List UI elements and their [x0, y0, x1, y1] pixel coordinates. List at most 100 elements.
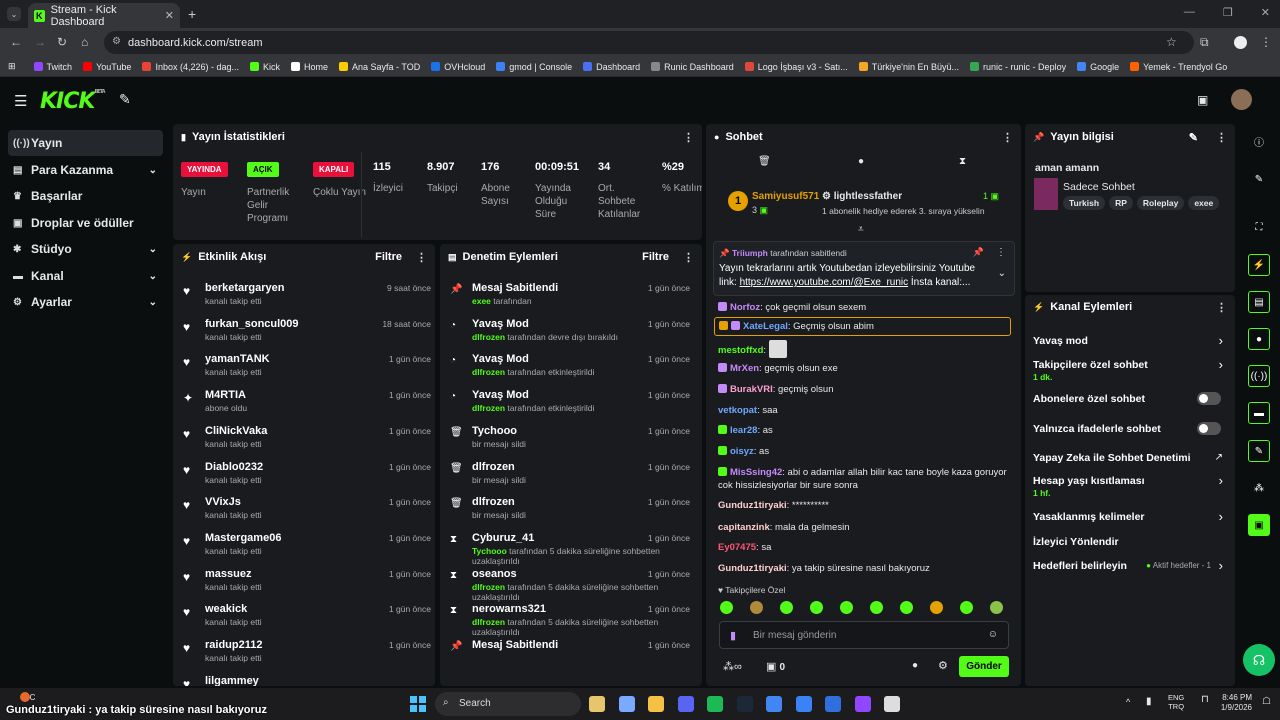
bookmark-item[interactable]: Ana Sayfa - TOD: [339, 62, 420, 72]
emote-icon[interactable]: [810, 601, 823, 614]
bookmark-item[interactable]: Kick: [250, 62, 280, 72]
channel-action-item[interactable]: İzleyici Yönlendir: [1033, 536, 1223, 548]
list-item[interactable]: ♥ lilgammey: [173, 672, 435, 686]
list-item[interactable]: 🗑 Tychooo bir mesajı sildi 1 gün önce: [440, 422, 702, 458]
chevron-right-icon[interactable]: ›: [1219, 357, 1223, 372]
maximize-icon[interactable]: ❐: [1223, 6, 1233, 19]
list-item[interactable]: ♥ massuez kanalı takip etti 1 gün önce: [173, 565, 435, 601]
minimize-icon[interactable]: —: [1184, 6, 1195, 19]
bookmark-item[interactable]: Dashboard: [583, 62, 640, 72]
activity-user[interactable]: raidup2112: [205, 639, 262, 651]
activity-user[interactable]: weakick: [205, 603, 247, 615]
list-item[interactable]: ♥ raidup2112 kanalı takip etti 1 gün önce: [173, 636, 435, 672]
activity-user[interactable]: yamanTANK: [205, 353, 270, 365]
list-item[interactable]: ♥ berketargaryen kanalı takip etti 9 saat ö…: [173, 279, 435, 315]
bookmark-item[interactable]: OVHcloud: [431, 62, 485, 72]
pinned-menu-icon[interactable]: ⋮: [996, 247, 1006, 258]
broadcast-icon[interactable]: ((·)): [1248, 365, 1270, 387]
chat-username[interactable]: lear28: [730, 425, 757, 436]
timer-icon[interactable]: ⧗: [959, 156, 966, 167]
list-item[interactable]: ♥ Diablo0232 kanalı takip etti 1 gün önce: [173, 458, 435, 494]
pin-tool-icon[interactable]: ✎: [119, 91, 131, 108]
notes-icon[interactable]: ▤: [1248, 291, 1270, 313]
start-icon[interactable]: [410, 696, 426, 712]
tag-chip[interactable]: exee: [1188, 196, 1220, 210]
pinned-link[interactable]: https://www.youtube.com/@Exe_runic: [740, 277, 909, 288]
list-item[interactable]: ♥ furkan_soncul009 kanalı takip etti 18 saa…: [173, 315, 435, 351]
chevron-down-icon[interactable]: ⌄: [149, 271, 157, 282]
community-icon[interactable]: ⁂: [1248, 477, 1270, 499]
gift-box-icon[interactable]: ▣ 0: [766, 660, 785, 673]
sidebar-item[interactable]: ▤ Para Kazanma ⌄: [8, 157, 163, 183]
back-icon[interactable]: ←: [10, 35, 22, 49]
fullscreen-icon[interactable]: ⛶: [1248, 216, 1270, 238]
clock[interactable]: 8:46 PM 1/9/2026: [1207, 693, 1252, 713]
chat-message[interactable]: mestoffxd:: [718, 340, 1008, 358]
chevron-down-icon[interactable]: ⌄: [149, 297, 157, 308]
activity-user[interactable]: massuez: [205, 568, 251, 580]
apps-icon[interactable]: ⊞: [8, 61, 16, 72]
chat-input[interactable]: ▮ Bir mesaj gönderin ☺: [719, 621, 1009, 649]
home-icon[interactable]: ⌂: [81, 35, 88, 49]
top-gifter-name[interactable]: Samiyusuf571: [752, 191, 819, 202]
address-bar[interactable]: ⚙ dashboard.kick.com/stream: [104, 31, 1194, 54]
taskbar-app-icon[interactable]: [618, 696, 635, 712]
chat-username[interactable]: oisyz: [730, 446, 754, 457]
emote-icon[interactable]: [840, 601, 853, 614]
new-tab-button[interactable]: +: [188, 6, 196, 22]
list-item[interactable]: ⧗ Cyburuz_41 Tychooo tarafından 5 dakika s…: [440, 529, 702, 566]
chat-username[interactable]: Norfoz: [730, 302, 760, 313]
emote-icon[interactable]: [990, 601, 1003, 614]
chat-username[interactable]: MisSsing42: [730, 467, 782, 478]
channel-actions-menu-icon[interactable]: ⋮: [1216, 301, 1227, 314]
moderation-filter-button[interactable]: Filtre: [642, 251, 669, 263]
tag-chip[interactable]: RP: [1109, 196, 1133, 210]
trash-icon[interactable]: 🗑: [758, 156, 771, 167]
activity-user[interactable]: CliNickVaka: [205, 425, 267, 437]
list-item[interactable]: ◔ Yavaş Mod dlfrozen tarafından etkinleşti…: [440, 386, 702, 422]
bookmark-item[interactable]: Home: [291, 62, 328, 72]
bookmark-item[interactable]: Twitch: [33, 62, 72, 72]
list-item[interactable]: ⧗ nerowarns321 dlfrozen tarafından 5 dakik…: [440, 600, 702, 637]
reload-icon[interactable]: ↻: [57, 35, 67, 49]
support-button[interactable]: ☊: [1243, 644, 1275, 676]
moderator-name[interactable]: dlfrozen: [472, 332, 505, 342]
taskbar-app-icon[interactable]: [589, 696, 605, 712]
emote-icon[interactable]: [780, 601, 793, 614]
activity-user[interactable]: VVixJs: [205, 496, 241, 508]
tab-search-icon[interactable]: ⌄: [7, 7, 21, 21]
chevron-down-icon[interactable]: ⌄: [149, 165, 157, 176]
stream-info-menu-icon[interactable]: ⋮: [1216, 131, 1227, 144]
list-item[interactable]: ◔ Yavaş Mod dlfrozen tarafından devre dışı…: [440, 315, 702, 351]
menu-icon[interactable]: ⋮: [1260, 35, 1272, 49]
tag-chip[interactable]: Roleplay: [1136, 196, 1185, 210]
pencil-icon[interactable]: ✎: [1248, 168, 1270, 190]
chat-message[interactable]: Gunduz1tiryaki: ya takip süresine nasıl …: [718, 562, 1008, 575]
chat-message[interactable]: XateLegal: Geçmiş olsun abim: [714, 317, 1011, 336]
taskbar-app-icon[interactable]: [677, 696, 694, 712]
activity-user[interactable]: furkan_soncul009: [205, 318, 299, 330]
profile-icon[interactable]: [1234, 36, 1247, 49]
activity-menu-icon[interactable]: ⋮: [416, 251, 427, 264]
chat-message[interactable]: lear28: as: [718, 424, 1008, 437]
chat-bubble-icon[interactable]: ●: [1248, 328, 1270, 350]
taskbar-app-icon[interactable]: [825, 696, 841, 712]
bookmark-item[interactable]: gmod | Console: [496, 62, 572, 72]
list-item[interactable]: ♥ VVixJs kanalı takip etti 1 gün önce: [173, 493, 435, 529]
chat-username[interactable]: BurakVRI: [730, 384, 773, 395]
moderator-name[interactable]: dlfrozen: [472, 367, 505, 377]
chat-bubble-icon[interactable]: ●: [858, 156, 864, 167]
goal-status[interactable]: ● Aktif hedefler - 1: [1146, 561, 1211, 570]
chat-message[interactable]: oisyz: as: [718, 445, 1008, 458]
chat-settings-icon[interactable]: ⚙: [938, 659, 948, 672]
activity-user[interactable]: M4RTIA: [205, 389, 246, 401]
chat-message[interactable]: Norfoz: çok geçmil olsun sexem: [718, 301, 1008, 314]
sidebar-item[interactable]: ♛ Başarılar: [8, 183, 163, 209]
channel-action-item[interactable]: Yapay Zeka ile Sohbet Denetimi: [1033, 452, 1223, 464]
mic-icon[interactable]: ▮: [730, 629, 736, 642]
language-indicator[interactable]: ENG TRQ: [1168, 693, 1184, 711]
channel-action-item[interactable]: Abonelere özel sohbet: [1033, 393, 1223, 405]
emote-icon[interactable]: [750, 601, 763, 614]
activity-user[interactable]: lilgammey: [205, 675, 259, 686]
taskbar-app-icon[interactable]: [736, 696, 753, 712]
